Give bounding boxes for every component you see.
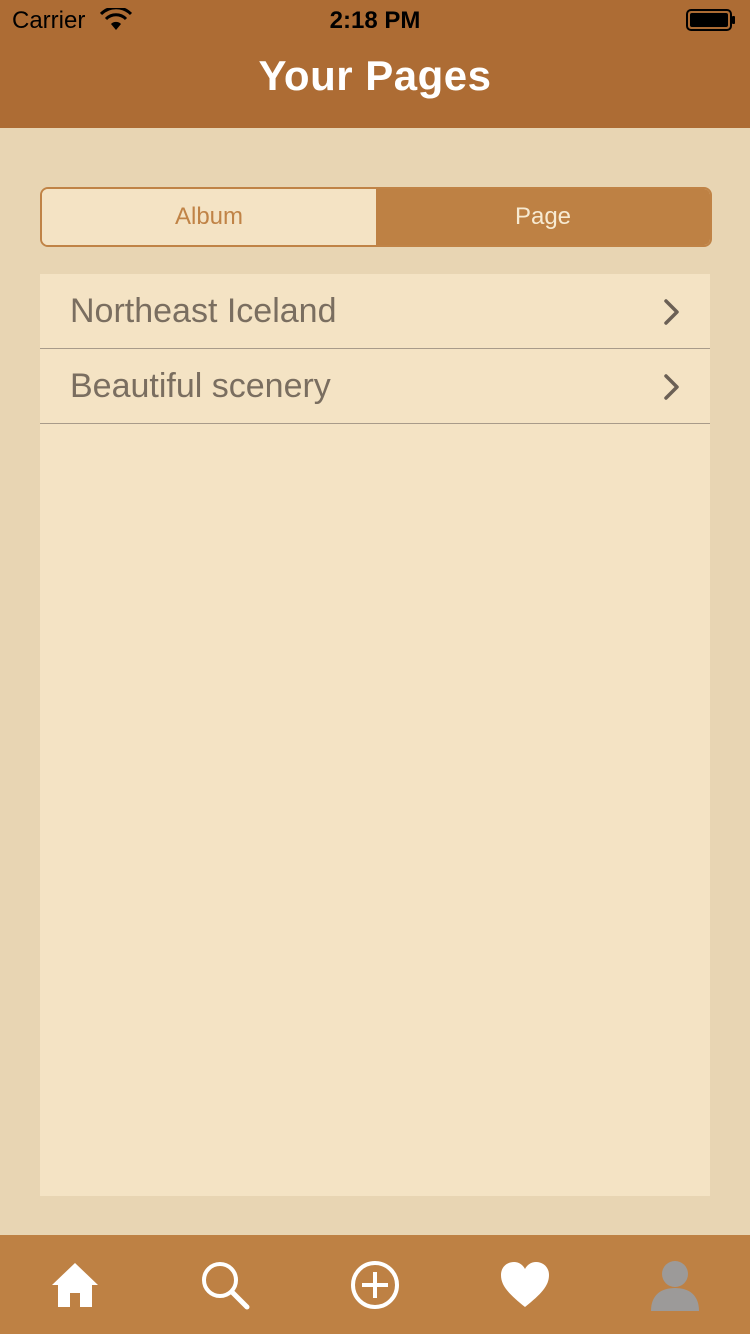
heart-icon	[501, 1261, 549, 1307]
tab-search[interactable]	[185, 1245, 265, 1325]
tab-favorites[interactable]	[485, 1245, 565, 1325]
profile-icon	[651, 1260, 699, 1311]
segment-album[interactable]: Album	[42, 189, 376, 245]
chevron-right-icon	[664, 299, 679, 325]
home-icon	[52, 1262, 98, 1307]
album-page-segmented-control[interactable]: Album Page	[40, 187, 712, 247]
list-item[interactable]: Beautiful scenery	[40, 349, 710, 424]
header-bar: Carrier 2:18 PM Your Pages	[0, 0, 750, 128]
status-bar: Carrier 2:18 PM	[0, 0, 750, 40]
tab-bar	[0, 1235, 750, 1334]
battery-icon	[686, 9, 735, 31]
search-icon	[202, 1261, 250, 1309]
tab-profile[interactable]	[635, 1245, 715, 1325]
tab-add[interactable]	[335, 1245, 415, 1325]
chevron-right-icon	[664, 374, 679, 400]
segment-page[interactable]: Page	[376, 189, 710, 245]
tab-home[interactable]	[35, 1245, 115, 1325]
list-item-label: Northeast Iceland	[70, 291, 337, 330]
list-item[interactable]: Northeast Iceland	[40, 274, 710, 349]
list-item-label: Beautiful scenery	[70, 366, 331, 405]
status-time: 2:18 PM	[329, 7, 421, 34]
page-title: Your Pages	[258, 52, 492, 99]
add-circle-icon	[351, 1260, 399, 1309]
pages-list: Northeast Iceland Beautiful scenery	[40, 274, 710, 1196]
